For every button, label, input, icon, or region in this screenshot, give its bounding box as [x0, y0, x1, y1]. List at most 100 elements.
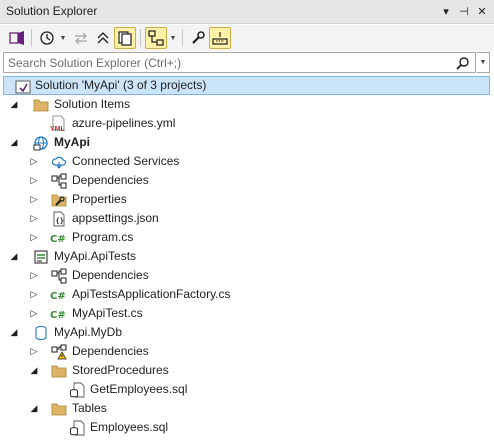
tree-item-label: Program.cs — [72, 230, 134, 244]
history-icon — [40, 31, 54, 45]
view-hierarchy-icon — [148, 30, 164, 46]
sync-button[interactable] — [70, 27, 92, 49]
collapse-all-button[interactable] — [92, 27, 114, 49]
tree-item-label: azure-pipelines.yml — [72, 116, 176, 130]
tree-item-appsettings[interactable]: ▷ {} appsettings.json — [0, 209, 494, 228]
properties-folder-icon — [50, 191, 67, 208]
tree-item-myapitest[interactable]: ▷ C# MyApiTest.cs — [0, 304, 494, 323]
tree-item-mydb[interactable]: ◢ MyApi.MyDb — [0, 323, 494, 342]
preview-selected-button[interactable] — [209, 27, 231, 49]
sql-file-icon — [68, 419, 85, 436]
properties-button[interactable] — [187, 27, 209, 49]
properties-wrench-icon — [192, 31, 205, 44]
window-title: Solution Explorer — [6, 4, 98, 18]
tree-item-myapi[interactable]: ◢ MyApi — [0, 133, 494, 152]
collapsed-arrow-icon[interactable]: ▷ — [29, 285, 39, 304]
solution-tree: Solution 'MyApi' (3 of 3 projects) ◢ Sol… — [0, 75, 494, 442]
sql-file-icon — [68, 381, 85, 398]
folder-icon — [50, 362, 67, 379]
database-project-icon — [32, 324, 49, 341]
search-options-dropdown[interactable]: ▼ — [477, 52, 490, 73]
window-dropdown-button[interactable]: ▾ — [438, 3, 454, 19]
collapsed-arrow-icon[interactable]: ▷ — [29, 209, 39, 228]
sync-icon — [75, 32, 87, 45]
tree-item-dependencies[interactable]: ▷ Dependencies — [0, 266, 494, 285]
collapsed-arrow-icon[interactable]: ▷ — [29, 190, 39, 209]
collapsed-arrow-icon[interactable]: ▷ — [29, 266, 39, 285]
tree-item-label: Properties — [72, 192, 127, 206]
show-all-files-button[interactable] — [114, 27, 136, 49]
collapsed-arrow-icon[interactable]: ▷ — [29, 342, 39, 361]
vs-switch-views-icon — [9, 31, 24, 45]
tree-item-label: MyApi — [54, 135, 90, 149]
tree-item-label: MyApiTest.cs — [72, 306, 143, 320]
tree-item-properties[interactable]: ▷ Properties — [0, 190, 494, 209]
tree-item-label: Connected Services — [72, 154, 180, 168]
dependencies-warning-icon — [50, 343, 67, 360]
tree-item-label: Dependencies — [72, 173, 149, 187]
collapsed-arrow-icon[interactable]: ▷ — [29, 304, 39, 323]
close-button[interactable]: ✕ — [474, 3, 490, 19]
search-box — [3, 52, 476, 73]
history-dropdown[interactable]: ▼ — [59, 27, 67, 49]
tree-item-connected-services[interactable]: ▷ Connected Services — [0, 152, 494, 171]
search-input[interactable] — [8, 55, 448, 70]
pin-button[interactable]: ⊣ — [456, 3, 472, 19]
svg-text:C#: C# — [50, 234, 66, 245]
toolbar: ▼ ▼ — [0, 25, 494, 51]
switch-views-button[interactable] — [6, 27, 28, 49]
svg-text:{}: {} — [55, 217, 63, 225]
tree-item-tables[interactable]: ◢ Tables — [0, 399, 494, 418]
tree-item-label: Dependencies — [72, 268, 149, 282]
tree-item-azure-pipelines[interactable]: YML azure-pipelines.yml — [0, 114, 494, 133]
json-file-icon: {} — [50, 210, 67, 227]
tree-item-label: appsettings.json — [72, 211, 159, 225]
expanded-arrow-icon[interactable]: ◢ — [9, 95, 19, 114]
tree-item-dependencies[interactable]: ▷ Dependencies — [0, 342, 494, 361]
collapsed-arrow-icon[interactable]: ▷ — [29, 152, 39, 171]
svg-text:C#: C# — [50, 310, 66, 321]
expanded-arrow-icon[interactable]: ◢ — [9, 247, 19, 266]
tree-item-label: MyApi.ApiTests — [54, 249, 137, 263]
expanded-arrow-icon[interactable]: ◢ — [29, 399, 39, 418]
history-button[interactable] — [36, 27, 58, 49]
csharp-file-icon: C# — [50, 305, 67, 322]
solution-icon — [14, 78, 31, 95]
web-project-icon — [32, 134, 49, 151]
show-all-files-icon — [118, 31, 132, 46]
expanded-arrow-icon[interactable]: ◢ — [9, 323, 19, 342]
expanded-arrow-icon[interactable]: ◢ — [29, 361, 39, 380]
tree-item-solution-items[interactable]: ◢ Solution Items — [0, 95, 494, 114]
tree-item-apitests-factory[interactable]: ▷ C# ApiTestsApplicationFactory.cs — [0, 285, 494, 304]
tree-item-label: Dependencies — [72, 344, 149, 358]
tree-item-label: StoredProcedures — [72, 363, 169, 377]
view-hierarchy-button[interactable] — [145, 27, 167, 49]
csharp-file-icon: C# — [50, 286, 67, 303]
dependencies-icon — [50, 267, 67, 284]
tree-item-label: Solution 'MyApi' (3 of 3 projects) — [35, 78, 207, 92]
csharp-file-icon: C# — [50, 229, 67, 246]
folder-icon — [50, 400, 67, 417]
collapse-all-icon — [97, 32, 109, 44]
tree-item-storedprocedures[interactable]: ◢ StoredProcedures — [0, 361, 494, 380]
tree-item-employees-sql[interactable]: Employees.sql — [0, 418, 494, 437]
collapsed-arrow-icon[interactable]: ▷ — [29, 228, 39, 247]
view-hierarchy-dropdown[interactable]: ▼ — [169, 27, 177, 49]
tree-item-dependencies[interactable]: ▷ Dependencies — [0, 171, 494, 190]
expanded-arrow-icon[interactable]: ◢ — [9, 133, 19, 152]
collapsed-arrow-icon[interactable]: ▷ — [29, 171, 39, 190]
tree-item-apitests[interactable]: ◢ MyApi.ApiTests — [0, 247, 494, 266]
yaml-file-icon: YML — [50, 115, 67, 132]
svg-text:C#: C# — [50, 291, 66, 302]
tree-item-label: ApiTestsApplicationFactory.cs — [72, 287, 231, 301]
tree-item-getemployees-sql[interactable]: GetEmployees.sql — [0, 380, 494, 399]
tree-item-program-cs[interactable]: ▷ C# Program.cs — [0, 228, 494, 247]
svg-text:YML: YML — [50, 126, 66, 132]
preview-selected-icon — [212, 32, 228, 45]
tree-item-solution[interactable]: Solution 'MyApi' (3 of 3 projects) — [3, 76, 490, 95]
search-icon[interactable] — [455, 54, 471, 71]
tree-item-label: MyApi.MyDb — [54, 325, 123, 339]
connected-services-icon — [50, 153, 67, 170]
test-project-icon — [32, 248, 49, 265]
tree-item-label: GetEmployees.sql — [90, 382, 188, 396]
